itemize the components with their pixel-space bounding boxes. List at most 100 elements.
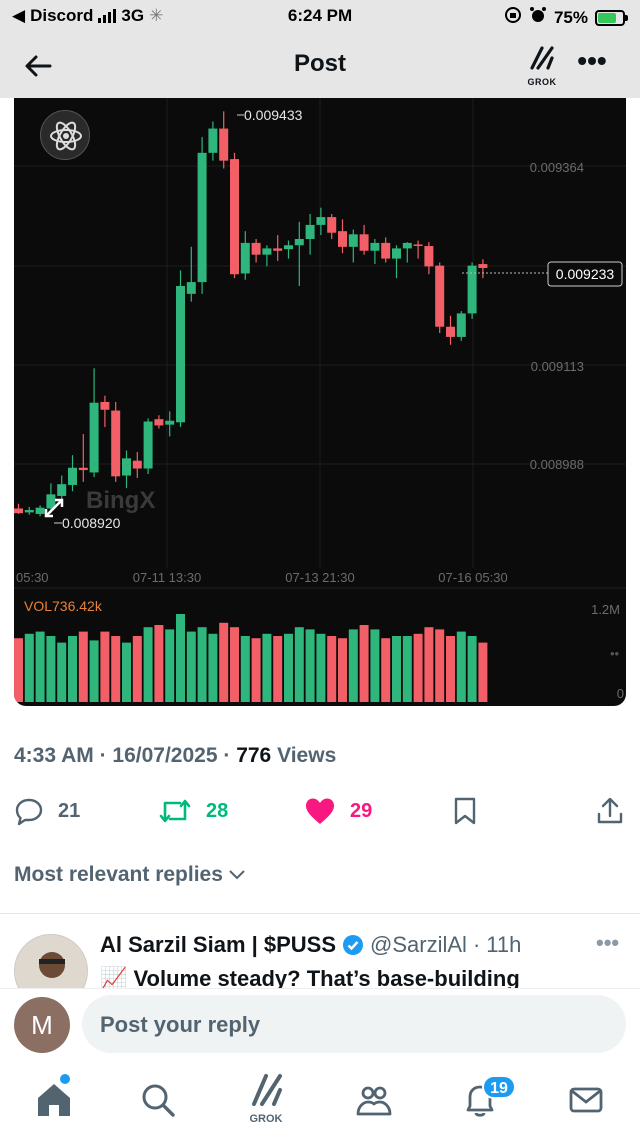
bookmark-button[interactable]	[452, 796, 478, 826]
candle-body	[143, 421, 153, 469]
candle-body	[68, 467, 77, 485]
candle-body	[284, 245, 293, 250]
user-avatar[interactable]: M	[14, 997, 70, 1053]
reply-header: Al Sarzil Siam | $PUSS @SarzilAl · 11h	[100, 932, 521, 958]
volume-bar	[14, 638, 23, 702]
views-count[interactable]: 776	[236, 744, 271, 767]
candle-body	[57, 484, 67, 496]
volume-bar	[78, 631, 88, 702]
reply-sort-dropdown[interactable]: Most relevant replies	[14, 863, 247, 887]
volume-bar	[478, 642, 488, 702]
share-icon	[597, 797, 623, 824]
volume-bar	[68, 636, 77, 702]
candle-body	[359, 234, 369, 251]
verified-badge-icon	[343, 935, 364, 955]
reply-composer: M Post your reply	[0, 988, 640, 1060]
candle-body	[219, 128, 229, 161]
nav-grok-label: GROK	[249, 1113, 283, 1125]
volume-bar	[89, 640, 99, 702]
status-right: 75%	[504, 6, 628, 29]
volume-axis-zero: 0	[617, 686, 624, 701]
candle-body	[424, 246, 434, 267]
volume-bar	[122, 642, 131, 702]
repost-button[interactable]: 28	[158, 796, 228, 826]
like-button[interactable]: 29	[304, 796, 372, 826]
volume-bar	[284, 633, 293, 702]
status-bar: ◀ Discord 3G ✳ 6:24 PM 75%	[0, 0, 640, 34]
nav-grok[interactable]: GROK	[242, 1072, 290, 1128]
volume-bar	[251, 638, 261, 702]
x-tick-label: 07-11 13:30	[133, 570, 201, 585]
reply-more-button[interactable]: •••	[596, 930, 619, 956]
candle-body	[446, 326, 455, 337]
reply-input-placeholder: Post your reply	[100, 1012, 261, 1037]
candlestick-chart: BingX 0.009364 0.009113 0.008988 0.00923…	[14, 98, 626, 702]
candle-body	[100, 401, 110, 410]
expand-icon[interactable]	[42, 496, 66, 520]
nav-messages[interactable]	[562, 1076, 610, 1124]
volume-bar	[359, 625, 369, 702]
volume-bar	[424, 627, 434, 702]
nav-search[interactable]	[134, 1076, 182, 1124]
meta-separator: ·	[217, 744, 237, 767]
volume-bar	[208, 633, 218, 702]
grok-icon	[252, 1074, 282, 1106]
candle-body	[240, 242, 250, 274]
candle-body	[478, 264, 488, 268]
reply-handle[interactable]: @SarzilAl	[370, 932, 467, 958]
volume-bar	[381, 638, 391, 702]
more-options-button[interactable]: •••	[572, 47, 612, 80]
reply-input[interactable]: Post your reply	[82, 995, 626, 1053]
volume-bar	[240, 636, 250, 702]
candle-body	[78, 467, 88, 471]
meta-separator: ·	[93, 744, 113, 767]
reply-author-name[interactable]: Al Sarzil Siam | $PUSS	[100, 932, 336, 958]
candle-body	[197, 152, 207, 283]
grok-button[interactable]: GROK	[522, 44, 562, 90]
volume-bar	[446, 636, 455, 702]
volume-bar	[435, 629, 445, 702]
reply-avatar[interactable]	[14, 934, 88, 988]
volume-bar	[100, 631, 110, 702]
volume-bar	[294, 627, 304, 702]
candle-body	[316, 217, 326, 225]
volume-bar	[24, 633, 34, 702]
reply-item[interactable]: Al Sarzil Siam | $PUSS @SarzilAl · 11h •…	[0, 914, 640, 988]
y-tick-label: 0.009364	[530, 160, 584, 175]
search-icon	[142, 1084, 175, 1117]
candle-body	[230, 159, 239, 275]
y-tick-label: 0.009113	[531, 359, 584, 374]
volume-bar	[176, 614, 185, 702]
candle-body	[338, 231, 347, 247]
candle-body	[111, 410, 121, 477]
top-bar: Post GROK •••	[0, 34, 640, 98]
share-button[interactable]	[596, 796, 624, 826]
communities-icon	[356, 1086, 392, 1116]
candle-body	[262, 248, 272, 255]
nav-communities[interactable]	[350, 1076, 398, 1124]
volume-bar	[230, 627, 239, 702]
reply-count: 21	[58, 799, 81, 822]
volume-bar	[46, 636, 56, 702]
candle-body	[348, 234, 358, 247]
reply-button[interactable]: 21	[14, 796, 80, 826]
nav-home[interactable]	[30, 1076, 78, 1124]
atom-logo-icon[interactable]	[40, 110, 90, 160]
candle-body	[413, 244, 423, 246]
x-tick-label: 07-16 05:30	[438, 570, 507, 585]
chart-image[interactable]: BingX 0.009364 0.009113 0.008988 0.00923…	[14, 98, 626, 706]
volume-bar	[413, 633, 423, 702]
candle-body	[294, 239, 304, 246]
candle-body	[305, 224, 315, 239]
volume-bar	[305, 629, 315, 702]
reply-text: 📈 Volume steady? That’s base-building	[100, 966, 520, 988]
volume-bar	[132, 636, 142, 702]
volume-bar	[165, 629, 175, 702]
volume-bar	[402, 636, 412, 702]
home-icon	[38, 1084, 70, 1116]
candle-body	[14, 508, 23, 514]
volume-bar	[273, 636, 283, 702]
bookmark-icon	[454, 797, 476, 825]
alarm-icon	[529, 6, 547, 29]
views-label[interactable]: Views	[277, 744, 336, 767]
